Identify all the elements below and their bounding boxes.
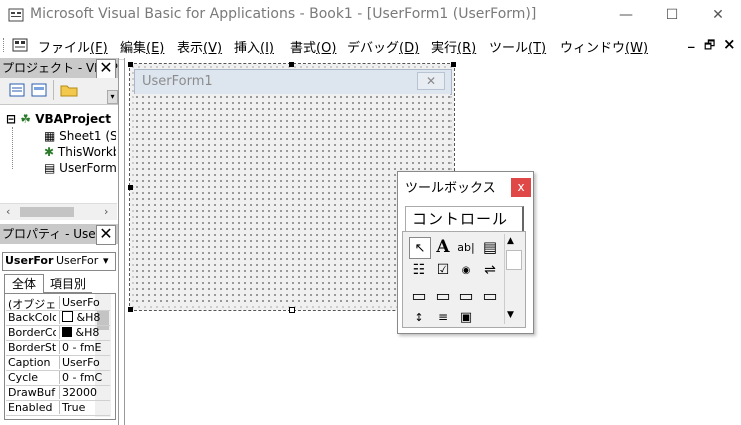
chevron-down-icon[interactable]: ▾: [103, 254, 109, 267]
togglebutton-tool[interactable]: ⇌: [480, 260, 500, 280]
menu-tools[interactable]: ツール(T): [489, 37, 546, 56]
menu-view[interactable]: 表示(V): [177, 37, 222, 56]
tree-collapse-icon[interactable]: ⊟: [6, 112, 16, 126]
mdi-close-button[interactable]: ×: [723, 35, 736, 53]
select-objects-tool[interactable]: ↖: [409, 237, 431, 259]
property-row[interactable]: DrawBuf 32000: [6, 385, 110, 401]
tree-item-vbaproject[interactable]: ⊟ ☘ VBAProject: [6, 112, 116, 126]
mdi-restore-button[interactable]: 🗗: [704, 36, 715, 57]
tabstrip-tool[interactable]: ▭: [456, 285, 476, 305]
mdi-minimize-button[interactable]: _: [688, 34, 695, 49]
project-toolbar: ▾: [0, 78, 118, 105]
property-row[interactable]: BackColo &H8: [6, 310, 110, 326]
userform-title: UserForm1: [142, 74, 213, 89]
project-hscrollbar[interactable]: ‹ ›: [0, 203, 117, 220]
scroll-down-icon[interactable]: ▼: [507, 310, 514, 320]
tab-categorized[interactable]: 項目別: [44, 275, 92, 293]
menu-insert[interactable]: 挿入(I): [234, 37, 274, 56]
menu-format[interactable]: 書式(O): [290, 37, 336, 56]
project-close-button[interactable]: ✕: [96, 59, 116, 79]
checkbox-tool[interactable]: ☑: [433, 260, 453, 280]
property-row[interactable]: BorderSt 0 - fmE: [6, 340, 110, 356]
tree-line: [12, 127, 14, 169]
frame-tool[interactable]: ▭: [409, 285, 429, 305]
workbook-icon: ✱: [44, 145, 55, 159]
multipage-tool[interactable]: ▭: [480, 285, 500, 305]
menu-debug[interactable]: デバッグ(D): [347, 37, 419, 56]
textbox-tool[interactable]: ab|: [456, 237, 476, 257]
scrollbar-tool[interactable]: ↕: [409, 307, 429, 327]
image-tool[interactable]: ▣: [456, 307, 476, 327]
userform-close-icon: ✕: [417, 72, 445, 90]
tab-controls[interactable]: コントロール: [405, 206, 524, 232]
tree-item-userform[interactable]: ▤ UserForm: [44, 161, 116, 175]
scroll-left-icon[interactable]: ‹: [6, 205, 10, 218]
toolbox-close-button[interactable]: x: [511, 178, 531, 197]
menu-file[interactable]: ファイル(F): [38, 37, 108, 56]
toolbox-scrollbar[interactable]: ▲ ▼: [504, 234, 522, 324]
window-title: Microsoft Visual Basic for Applications …: [30, 6, 537, 22]
scroll-thumb[interactable]: [20, 207, 74, 217]
combobox-tool[interactable]: ▤: [480, 237, 500, 257]
view-code-icon[interactable]: [9, 83, 25, 100]
color-swatch-black: [62, 327, 72, 337]
resize-handle[interactable]: [289, 62, 294, 67]
menu-window[interactable]: ウィンドウ(W): [560, 37, 648, 56]
project-explorer: プロジェクト - VBAP ✕ ▾ ⊟ ☘ VBAProject ▦ Sheet…: [0, 58, 119, 224]
resize-handle[interactable]: [289, 307, 295, 313]
properties-close-button[interactable]: ✕: [96, 225, 116, 245]
tree-item-sheet1[interactable]: ▦ Sheet1 (Sh: [44, 129, 116, 143]
menu-run[interactable]: 実行(R): [431, 37, 476, 56]
tree-item-thisworkbook[interactable]: ✱ ThisWorkb: [44, 145, 116, 159]
color-swatch-white: [62, 311, 73, 322]
properties-window: プロパティ - UserF ✕ UserFor UserFor ▾ 全体 項目別…: [0, 224, 119, 425]
maximize-button[interactable]: ☐: [649, 0, 695, 30]
code-module-icon[interactable]: [12, 37, 28, 56]
commandbutton-tool[interactable]: ▭: [433, 285, 453, 305]
vbaproject-icon: ☘: [20, 112, 32, 126]
vba-app-icon: [8, 7, 24, 23]
toggle-folders-icon[interactable]: [60, 83, 78, 100]
menu-bar: ファイル(F) 編集(E) 表示(V) 挿入(I) 書式(O) デバッグ(D) …: [0, 30, 741, 60]
toolbox-scroll-thumb[interactable]: [506, 250, 522, 270]
property-row[interactable]: BorderCo &H8: [6, 325, 110, 341]
menu-edit[interactable]: 編集(E): [120, 37, 164, 56]
listbox-tool[interactable]: ☷: [409, 260, 429, 280]
optionbutton-tool[interactable]: ◉: [456, 260, 476, 280]
properties-header-text: プロパティ - UserF: [2, 227, 108, 241]
property-row[interactable]: Enabled True: [6, 400, 110, 416]
object-dropdown[interactable]: UserFor UserFor ▾: [2, 252, 116, 271]
resize-handle[interactable]: [451, 62, 456, 67]
minimize-button[interactable]: —: [603, 0, 649, 30]
view-object-icon[interactable]: [31, 83, 47, 100]
menubar-grip: [3, 38, 7, 52]
toolbox-title: ツールボックス: [405, 181, 496, 196]
scroll-right-icon[interactable]: ›: [104, 205, 108, 218]
property-row[interactable]: (オブジェク UserFo: [6, 295, 110, 311]
resize-handle[interactable]: [128, 307, 133, 312]
spinbutton-tool[interactable]: ≡: [433, 307, 453, 327]
toolbar-dropdown-icon[interactable]: ▾: [107, 90, 118, 104]
userform-icon: ▤: [44, 161, 56, 175]
resize-handle[interactable]: [128, 185, 133, 190]
resize-handle[interactable]: [128, 62, 133, 67]
sheet-icon: ▦: [44, 129, 56, 143]
close-button[interactable]: ✕: [695, 0, 741, 30]
scroll-up-icon[interactable]: ▲: [507, 236, 514, 246]
tab-alphabetic[interactable]: 全体: [4, 274, 44, 293]
property-row[interactable]: Caption UserFo: [6, 355, 110, 371]
label-tool[interactable]: A: [433, 237, 453, 257]
toolbar-separator: [53, 80, 54, 100]
property-row[interactable]: Cycle 0 - fmC: [6, 370, 110, 386]
